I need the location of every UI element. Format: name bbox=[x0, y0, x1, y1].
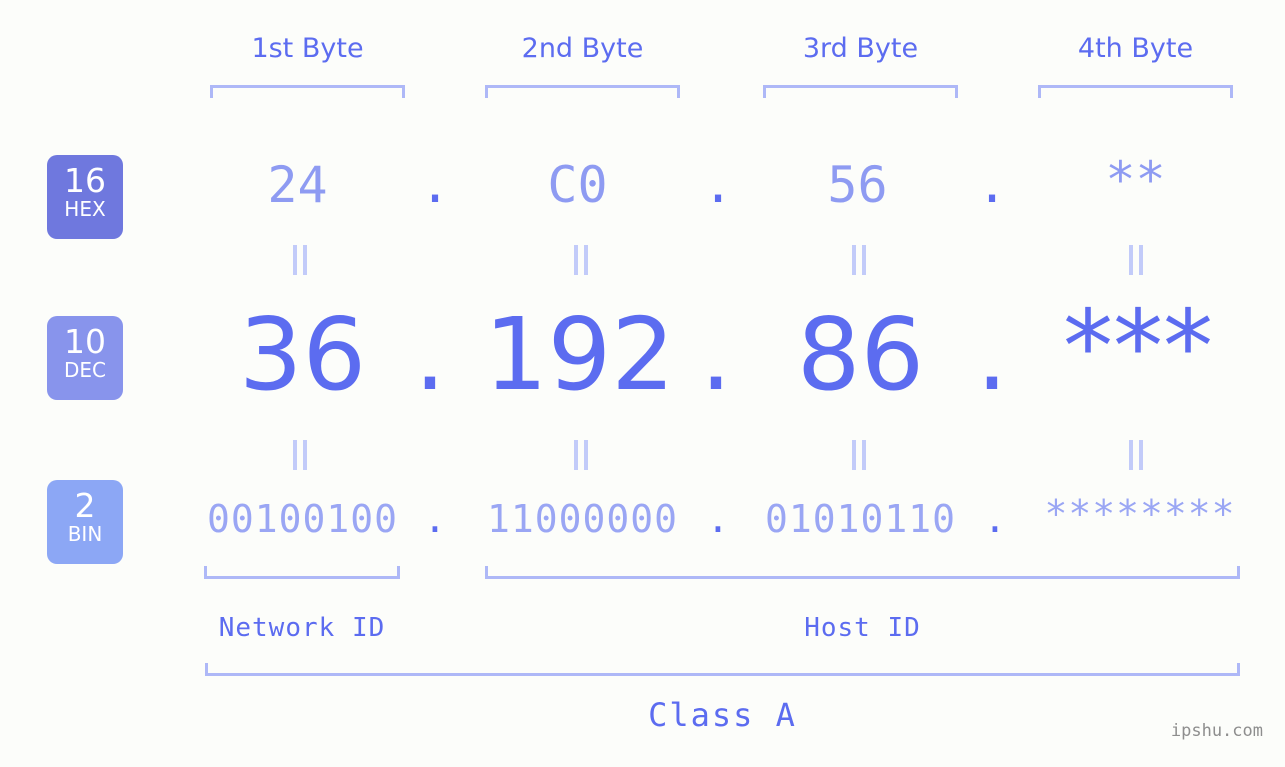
hex-byte-3: 56 bbox=[827, 156, 888, 214]
byte-bracket-3 bbox=[763, 85, 958, 98]
hex-separator-3: . bbox=[976, 156, 1008, 214]
equals-hex-dec-3 bbox=[848, 245, 870, 275]
bin-separator-3: . bbox=[983, 497, 1007, 541]
network-id-label: Network ID bbox=[218, 613, 386, 643]
bin-separator-2: . bbox=[706, 497, 730, 541]
hex-byte-2: C0 bbox=[547, 156, 608, 214]
hex-separator-1: . bbox=[419, 156, 451, 214]
dec-byte-1: 36 bbox=[238, 296, 367, 413]
bin-separator-1: . bbox=[423, 497, 447, 541]
base-badge-dec: 10 DEC bbox=[47, 316, 123, 400]
byte-header-4: 4th Byte bbox=[1077, 33, 1194, 64]
dec-byte-4: *** bbox=[1063, 288, 1213, 405]
equals-hex-dec-4 bbox=[1125, 245, 1147, 275]
equals-dec-bin-1 bbox=[289, 440, 311, 470]
bin-byte-3: 01010110 bbox=[764, 497, 957, 541]
base-badge-hex-number: 16 bbox=[64, 161, 106, 200]
base-badge-dec-number: 10 bbox=[64, 322, 106, 361]
byte-bracket-2 bbox=[485, 85, 680, 98]
ip-byte-diagram: 1st Byte 2nd Byte 3rd Byte 4th Byte 16 H… bbox=[0, 0, 1285, 767]
dec-separator-2: . bbox=[700, 296, 732, 413]
byte-header-2: 2nd Byte bbox=[521, 33, 644, 64]
host-id-bracket bbox=[485, 566, 1240, 579]
equals-hex-dec-2 bbox=[570, 245, 592, 275]
base-badge-bin-number: 2 bbox=[74, 486, 96, 525]
host-id-label: Host ID bbox=[804, 613, 921, 643]
network-id-bracket bbox=[204, 566, 400, 579]
class-bracket bbox=[205, 663, 1240, 676]
watermark: ipshu.com bbox=[1170, 721, 1263, 741]
equals-hex-dec-1 bbox=[289, 245, 311, 275]
hex-separator-2: . bbox=[702, 156, 734, 214]
base-badge-hex-label: HEX bbox=[64, 197, 106, 221]
base-badge-hex: 16 HEX bbox=[47, 155, 123, 239]
hex-byte-1: 24 bbox=[267, 156, 328, 214]
class-label: Class A bbox=[648, 696, 797, 734]
dec-separator-1: . bbox=[414, 296, 446, 413]
equals-dec-bin-2 bbox=[570, 440, 592, 470]
base-badge-bin-label: BIN bbox=[67, 522, 103, 546]
byte-header-1: 1st Byte bbox=[251, 33, 364, 64]
dec-byte-3: 86 bbox=[796, 296, 925, 413]
byte-header-3: 3rd Byte bbox=[802, 33, 919, 64]
bin-byte-1: 00100100 bbox=[206, 497, 399, 541]
bin-byte-2: 11000000 bbox=[486, 497, 679, 541]
dec-byte-2: 192 bbox=[484, 296, 675, 413]
hex-byte-4: ** bbox=[1105, 151, 1166, 209]
byte-bracket-4 bbox=[1038, 85, 1233, 98]
byte-bracket-1 bbox=[210, 85, 405, 98]
equals-dec-bin-4 bbox=[1125, 440, 1147, 470]
base-badge-bin: 2 BIN bbox=[47, 480, 123, 564]
base-badge-dec-label: DEC bbox=[63, 358, 106, 382]
dec-separator-3: . bbox=[976, 296, 1008, 413]
bin-byte-4: ******** bbox=[1044, 492, 1236, 536]
equals-dec-bin-3 bbox=[848, 440, 870, 470]
